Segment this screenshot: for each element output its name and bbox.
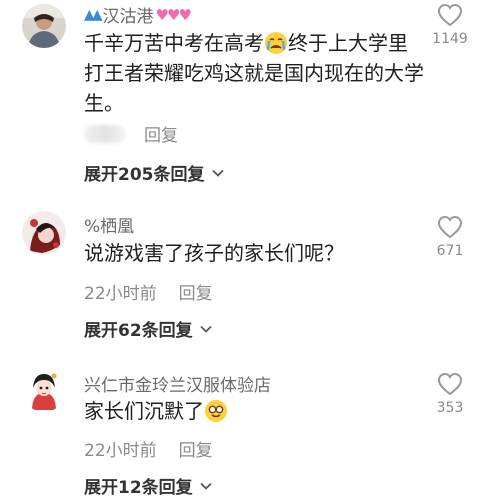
reply-button[interactable]: 回复 bbox=[179, 279, 213, 304]
like-count: 671 bbox=[436, 243, 464, 259]
comment-3: 兴仁市金玲兰汉服体验店 家长们沉默了 22小时前 回复 展开12条回复 353 bbox=[0, 362, 486, 502]
like-count: 1149 bbox=[432, 31, 468, 47]
expand-replies-button[interactable]: 展开62条回复 bbox=[84, 316, 213, 341]
avatar[interactable] bbox=[22, 211, 66, 255]
expand-replies-button[interactable]: 展开12条回复 bbox=[84, 473, 213, 498]
like-button[interactable]: 1149 bbox=[420, 3, 480, 47]
like-button[interactable]: 353 bbox=[422, 372, 478, 416]
avatar[interactable] bbox=[22, 4, 66, 48]
chevron-down-icon bbox=[200, 325, 212, 333]
comment-text: 家长们沉默了 bbox=[84, 396, 424, 426]
footprints-icon: ▲▲ bbox=[84, 6, 102, 23]
chevron-down-icon bbox=[211, 169, 224, 177]
reply-button[interactable]: 回复 bbox=[144, 121, 178, 146]
timestamp-blurred bbox=[84, 124, 126, 143]
comment-meta: 22小时前 回复 bbox=[84, 436, 213, 461]
comment-text: 千辛万苦中考在高考 终于上大学里打王者荣耀吃鸡这就是国内现在的大学生。 bbox=[84, 31, 424, 115]
timestamp: 22小时前 bbox=[84, 441, 157, 461]
crying-face-emoji-icon bbox=[265, 32, 287, 54]
comment-text: 说游戏害了孩子的家长们呢？ bbox=[84, 241, 344, 265]
username[interactable]: 兴仁市金玲兰汉服体验店 bbox=[84, 371, 271, 396]
comment-1: ▲▲ 汉沽港 ♥♥♥ 千辛万苦中考在高考 终于上大学里打王者荣耀吃鸡这就是国内现在… bbox=[0, 0, 486, 190]
heart-outline-icon bbox=[437, 215, 463, 239]
comment-2: %栖凰 说游戏害了孩子的家长们呢？ 22小时前 回复 展开62条回复 671 bbox=[0, 205, 486, 345]
heart-outline-icon bbox=[437, 372, 463, 396]
smiling-glasses-face-emoji-icon bbox=[205, 400, 227, 422]
like-button[interactable]: 671 bbox=[422, 215, 478, 259]
timestamp: 22小时前 bbox=[84, 284, 157, 304]
expand-replies-button[interactable]: 展开205条回复 bbox=[84, 160, 225, 185]
like-count: 353 bbox=[436, 400, 464, 416]
reply-button[interactable]: 回复 bbox=[179, 436, 213, 461]
username[interactable]: ▲▲ 汉沽港 ♥♥♥ bbox=[84, 2, 192, 28]
comment-meta: 回复 bbox=[84, 121, 178, 146]
avatar[interactable] bbox=[22, 368, 66, 412]
hearts-icon: ♥♥♥ bbox=[155, 5, 192, 24]
heart-outline-icon bbox=[437, 3, 463, 27]
username[interactable]: %栖凰 bbox=[84, 212, 134, 237]
comment-meta: 22小时前 回复 bbox=[84, 279, 213, 304]
chevron-down-icon bbox=[200, 482, 212, 490]
